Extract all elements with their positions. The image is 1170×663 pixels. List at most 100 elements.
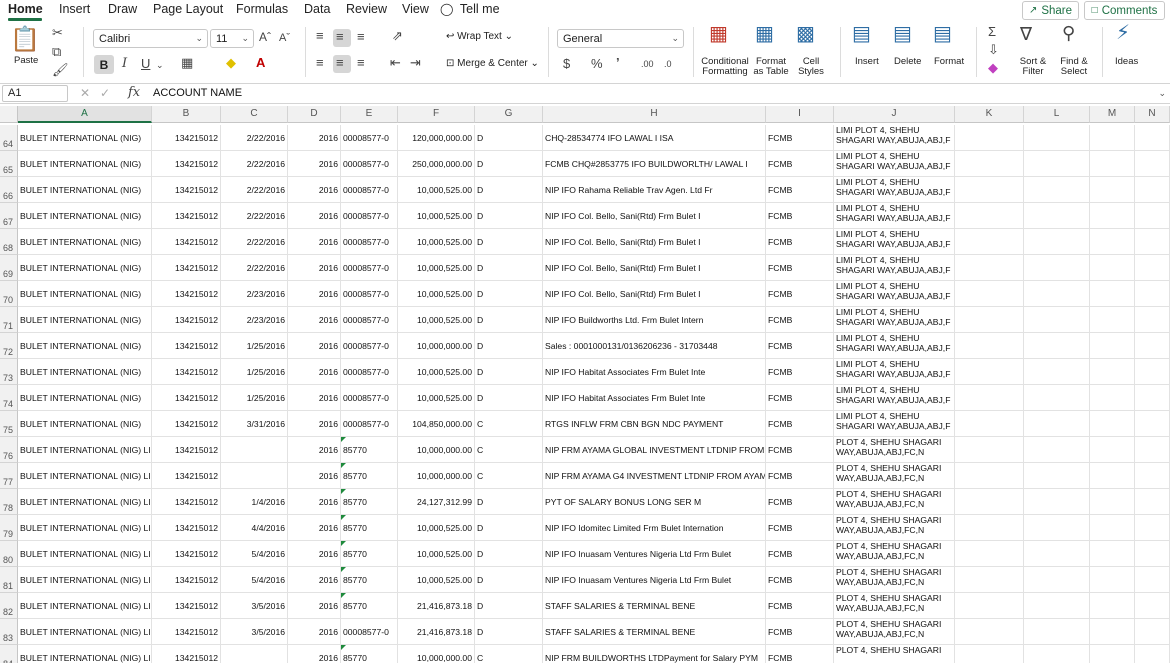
cell-h[interactable]: NIP IFO Col. Bello, Sani(Rtd) Frm Bulet … <box>543 281 766 307</box>
cell-g[interactable]: D <box>475 515 543 541</box>
empty-cell[interactable] <box>1090 255 1135 281</box>
cell-c[interactable] <box>221 437 288 463</box>
cell-a[interactable]: BULET INTERNATIONAL (NIG) <box>18 151 152 177</box>
empty-cell[interactable] <box>1024 463 1090 489</box>
empty-cell[interactable] <box>1090 541 1135 567</box>
cell-a[interactable]: BULET INTERNATIONAL (NIG) LIMI <box>18 593 152 619</box>
cell-b[interactable]: 134215012 <box>152 489 221 515</box>
cell-j[interactable]: PLOT 4, SHEHU SHAGARI <box>834 645 955 663</box>
cell-h[interactable]: CHQ-28534774 IFO LAWAL I ISA <box>543 125 766 151</box>
cell-j[interactable]: LIMI PLOT 4, SHEHU SHAGARI WAY,ABUJA,ABJ… <box>834 411 955 437</box>
cell-f[interactable]: 10,000,525.00 <box>398 177 475 203</box>
empty-cell[interactable] <box>1090 203 1135 229</box>
cell-d[interactable]: 2016 <box>288 385 341 411</box>
cell-c[interactable]: 3/5/2016 <box>221 593 288 619</box>
empty-cell[interactable] <box>1090 619 1135 645</box>
autosum-icon[interactable]: Σ <box>988 25 996 39</box>
empty-cell[interactable] <box>1135 463 1170 489</box>
cell-f[interactable]: 10,000,525.00 <box>398 541 475 567</box>
cell-j[interactable]: PLOT 4, SHEHU SHAGARI WAY,ABUJA,ABJ,FC,N <box>834 567 955 593</box>
cell-a[interactable]: BULET INTERNATIONAL (NIG) <box>18 385 152 411</box>
cell-j[interactable]: LIMI PLOT 4, SHEHU SHAGARI WAY,ABUJA,ABJ… <box>834 307 955 333</box>
row-header[interactable]: 76 <box>0 437 18 463</box>
cell-h[interactable]: STAFF SALARIES & TERMINAL BENE <box>543 619 766 645</box>
cell-styles-icon[interactable]: ▩ <box>796 24 815 44</box>
empty-cell[interactable] <box>1024 541 1090 567</box>
align-top-icon[interactable]: ≡ <box>316 29 324 43</box>
row-header[interactable]: 72 <box>0 333 18 359</box>
cell-f[interactable]: 10,000,525.00 <box>398 359 475 385</box>
cell-f[interactable]: 21,416,873.18 <box>398 619 475 645</box>
empty-cell[interactable] <box>1024 125 1090 151</box>
empty-cell[interactable] <box>1024 385 1090 411</box>
cell-b[interactable]: 134215012 <box>152 255 221 281</box>
cell-g[interactable]: D <box>475 255 543 281</box>
cell-e[interactable]: 00008577-0 <box>341 125 398 151</box>
cell-e[interactable]: 85770 <box>341 437 398 463</box>
empty-cell[interactable] <box>1135 307 1170 333</box>
cell-f[interactable]: 10,000,525.00 <box>398 515 475 541</box>
cell-d[interactable]: 2016 <box>288 333 341 359</box>
cell-g[interactable]: D <box>475 307 543 333</box>
cell-i[interactable]: FCMB <box>766 255 834 281</box>
empty-cell[interactable] <box>955 489 1024 515</box>
cell-d[interactable]: 2016 <box>288 619 341 645</box>
cell-g[interactable]: D <box>475 203 543 229</box>
cell-b[interactable]: 134215012 <box>152 541 221 567</box>
align-center-icon[interactable]: ≡ <box>336 56 344 70</box>
bold-button[interactable]: B <box>94 55 114 74</box>
empty-cell[interactable] <box>1024 307 1090 333</box>
cell-g[interactable]: D <box>475 593 543 619</box>
cell-e[interactable]: 00008577-0 <box>341 281 398 307</box>
cell-a[interactable]: BULET INTERNATIONAL (NIG) <box>18 307 152 333</box>
cell-f[interactable]: 10,000,525.00 <box>398 567 475 593</box>
cell-e[interactable]: 00008577-0 <box>341 619 398 645</box>
cell-e[interactable]: 00008577-0 <box>341 307 398 333</box>
cell-f[interactable]: 10,000,000.00 <box>398 463 475 489</box>
cell-c[interactable]: 5/4/2016 <box>221 567 288 593</box>
align-middle-icon[interactable]: ≡ <box>336 30 344 44</box>
empty-cell[interactable] <box>1024 567 1090 593</box>
row-header[interactable]: 65 <box>0 151 18 177</box>
clear-icon[interactable]: ◆ <box>988 61 998 75</box>
cell-d[interactable]: 2016 <box>288 541 341 567</box>
cell-i[interactable]: FCMB <box>766 359 834 385</box>
empty-cell[interactable] <box>1024 333 1090 359</box>
cell-h[interactable]: NIP FRM AYAMA GLOBAL INVESTMENT LTDNIP F… <box>543 437 766 463</box>
empty-cell[interactable] <box>1135 385 1170 411</box>
cell-j[interactable]: PLOT 4, SHEHU SHAGARI WAY,ABUJA,ABJ,FC,N <box>834 515 955 541</box>
cell-i[interactable]: FCMB <box>766 203 834 229</box>
cell-b[interactable]: 134215012 <box>152 567 221 593</box>
cell-j[interactable]: LIMI PLOT 4, SHEHU SHAGARI WAY,ABUJA,ABJ… <box>834 151 955 177</box>
cell-c[interactable]: 2/22/2016 <box>221 125 288 151</box>
cell-f[interactable]: 10,000,000.00 <box>398 333 475 359</box>
empty-cell[interactable] <box>1024 281 1090 307</box>
empty-cell[interactable] <box>955 619 1024 645</box>
cell-d[interactable]: 2016 <box>288 489 341 515</box>
empty-cell[interactable] <box>955 125 1024 151</box>
cell-e[interactable]: 00008577-0 <box>341 411 398 437</box>
empty-cell[interactable] <box>955 593 1024 619</box>
row-header[interactable]: 68 <box>0 229 18 255</box>
cell-j[interactable]: LIMI PLOT 4, SHEHU SHAGARI WAY,ABUJA,ABJ… <box>834 125 955 151</box>
empty-cell[interactable] <box>955 645 1024 663</box>
cell-f[interactable]: 120,000,000.00 <box>398 125 475 151</box>
empty-cell[interactable] <box>1090 567 1135 593</box>
cell-d[interactable]: 2016 <box>288 593 341 619</box>
empty-cell[interactable] <box>1135 255 1170 281</box>
cell-e[interactable]: 85770 <box>341 489 398 515</box>
ideas-icon[interactable]: ⚡ <box>1116 23 1130 43</box>
empty-cell[interactable] <box>1135 593 1170 619</box>
empty-cell[interactable] <box>1090 515 1135 541</box>
empty-cell[interactable] <box>955 255 1024 281</box>
cell-c[interactable]: 2/23/2016 <box>221 281 288 307</box>
decrease-font-icon[interactable]: Aˇ <box>279 31 290 45</box>
function-icon[interactable]: fx <box>128 85 140 100</box>
cell-h[interactable]: NIP IFO Col. Bello, Sani(Rtd) Frm Bulet … <box>543 203 766 229</box>
cell-g[interactable]: C <box>475 645 543 663</box>
format-cells-icon[interactable]: ▤ <box>933 24 952 44</box>
column-header-m[interactable]: M <box>1090 106 1135 123</box>
cell-h[interactable]: NIP IFO Habitat Associates Frm Bulet Int… <box>543 359 766 385</box>
cell-g[interactable]: D <box>475 359 543 385</box>
empty-cell[interactable] <box>1135 645 1170 663</box>
